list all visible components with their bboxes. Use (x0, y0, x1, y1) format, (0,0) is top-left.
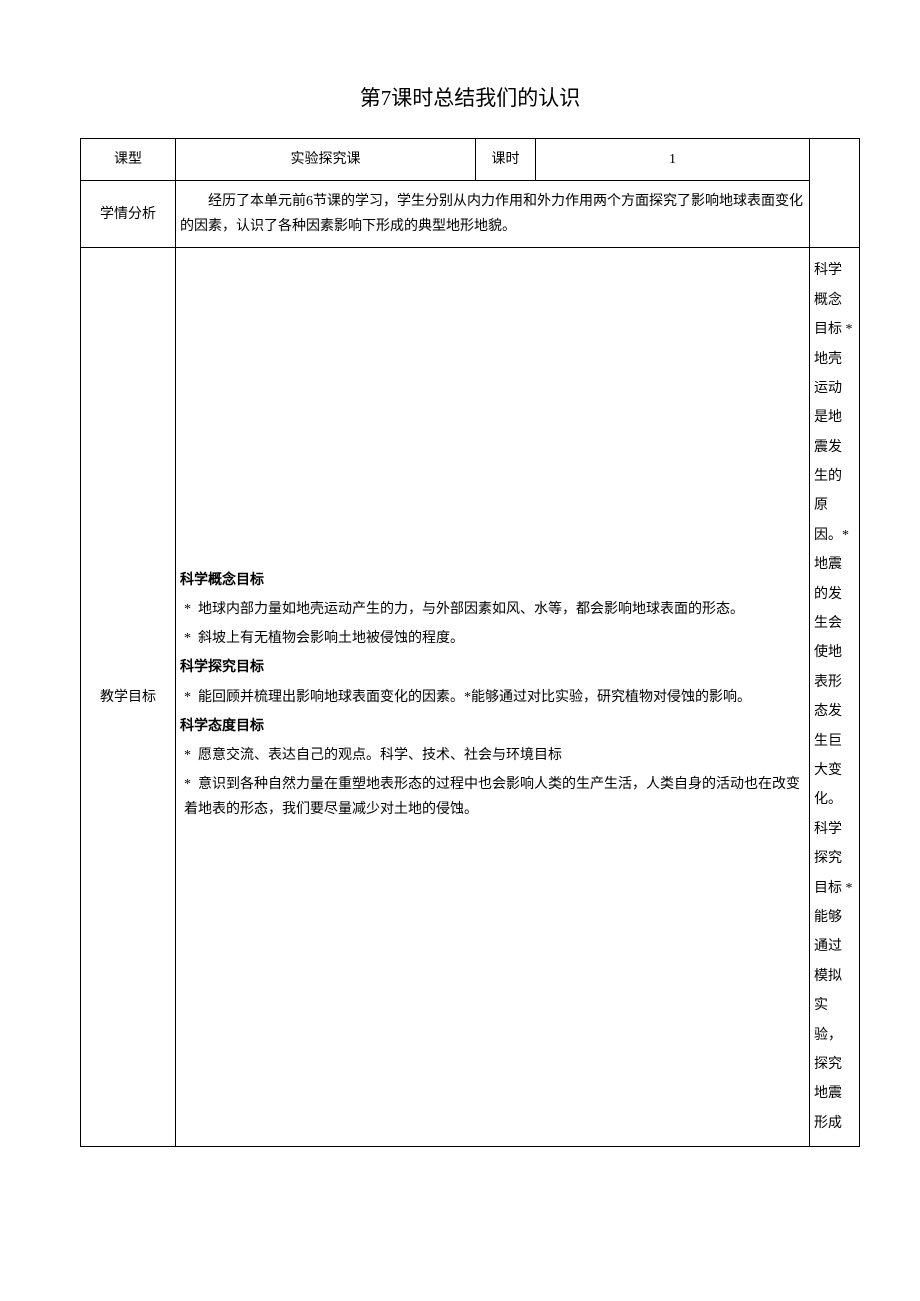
label-goals: 教学目标 (81, 248, 176, 1147)
goal-bullet: *能回顾并梳理出影响地球表面变化的因素。*能够通过对比实验，研究植物对侵蚀的影响… (180, 685, 805, 710)
row-type: 课型 实验探究课 课时 1 (81, 138, 860, 180)
goal-bullet: *斜坡上有无植物会影响土地被侵蚀的程度。 (180, 626, 805, 651)
page-title: 第7课时总结我们的认识 (360, 86, 581, 110)
side-column: 科学概念目标 *地壳运动是地震发生的原因。*地震的发生会使地表形态发生巨大变化。… (810, 248, 860, 1147)
row-goals: 教学目标 科学概念目标 *地球内部力量如地壳运动产生的力，与外部因素如风、水等，… (81, 248, 860, 1147)
value-goals: 科学概念目标 *地球内部力量如地壳运动产生的力，与外部因素如风、水等，都会影响地… (176, 248, 810, 1147)
goal-section-head-0: 科学概念目标 (180, 568, 805, 593)
goal-bullet: *地球内部力量如地壳运动产生的力，与外部因素如风、水等，都会影响地球表面的形态。 (180, 597, 805, 622)
side-empty-top (810, 138, 860, 248)
goal-bullet: *意识到各种自然力量在重塑地表形态的过程中也会影响人类的生产生活，人类自身的活动… (180, 772, 805, 822)
label-type: 课型 (81, 138, 176, 180)
lesson-plan-table: 课型 实验探究课 课时 1 学情分析 经历了本单元前6节课的学习，学生分别从内力… (80, 138, 860, 1147)
side-text: 科学概念目标 *地壳运动是地震发生的原因。*地震的发生会使地表形态发生巨大变化。… (814, 256, 855, 1138)
analysis-text: 经历了本单元前6节课的学习，学生分别从内力作用和外力作用两个方面探究了影响地球表… (180, 194, 803, 234)
goal-section-head-1: 科学探究目标 (180, 655, 805, 680)
row-analysis: 学情分析 经历了本单元前6节课的学习，学生分别从内力作用和外力作用两个方面探究了… (81, 180, 860, 247)
value-period: 1 (536, 138, 810, 180)
value-analysis: 经历了本单元前6节课的学习，学生分别从内力作用和外力作用两个方面探究了影响地球表… (176, 180, 810, 247)
value-type: 实验探究课 (176, 138, 476, 180)
label-analysis: 学情分析 (81, 180, 176, 247)
goal-bullet: *愿意交流、表达自己的观点。科学、技术、社会与环境目标 (180, 743, 805, 768)
label-period: 课时 (476, 138, 536, 180)
goal-section-head-2: 科学态度目标 (180, 714, 805, 739)
